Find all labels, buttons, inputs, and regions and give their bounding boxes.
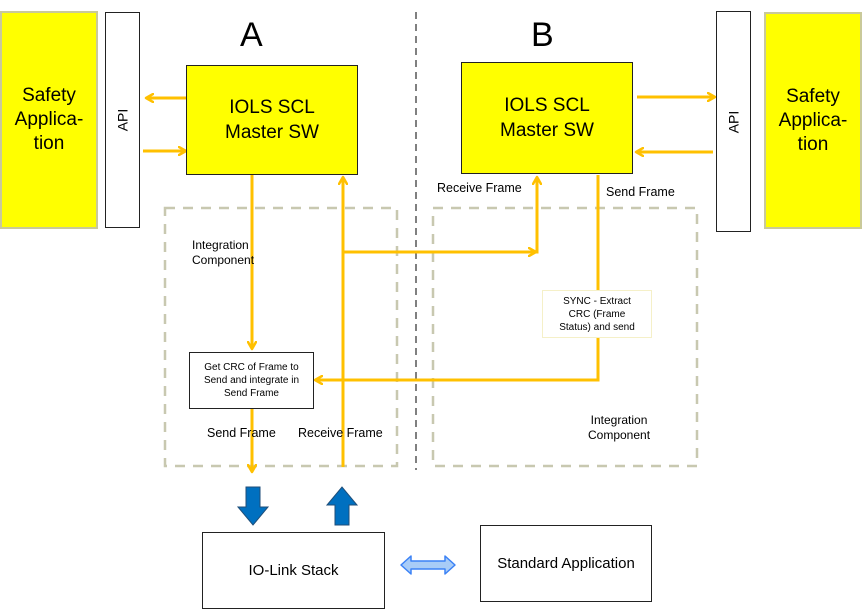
safety-app-b-line-3: tion	[797, 133, 829, 155]
standard-application[interactable]: Standard Application	[480, 525, 652, 602]
master-b-line-1: IOLS SCL	[504, 95, 590, 116]
section-b-label: B	[531, 16, 554, 54]
io-link-stack[interactable]: IO-Link Stack	[202, 532, 385, 609]
section-a-label: A	[240, 16, 263, 54]
master-a-line-2: Master SW	[225, 122, 319, 143]
safety-app-a-line-3: tion	[33, 133, 65, 154]
safety-application-a[interactable]: Safety Applica- tion	[0, 11, 98, 229]
master-a-line-1: IOLS SCL	[229, 97, 315, 118]
master-b-line-2: Master SW	[500, 120, 594, 141]
send-frame-a-label: Send Frame	[207, 426, 276, 440]
io-link-stack-label: IO-Link Stack	[248, 562, 339, 579]
bidirectional-arrow-icon	[400, 555, 456, 575]
up-arrow-from-stack-icon	[325, 486, 359, 526]
arrow-master-b-to-crc	[315, 175, 600, 380]
integration-component-a-label: Integration Component	[192, 238, 255, 267]
api-b-label: API	[725, 110, 742, 133]
receive-frame-b-label: Receive Frame	[437, 181, 522, 195]
safety-app-a-line-1: Safety	[22, 85, 76, 106]
integration-component-b-label: Integration Component	[588, 413, 651, 442]
api-b[interactable]: API	[716, 11, 751, 232]
safety-application-b[interactable]: Safety Applica- tion	[764, 12, 862, 229]
iols-scl-master-b[interactable]: IOLS SCL Master SW	[461, 62, 633, 174]
sync-extract-crc-box[interactable]: SYNC - Extract CRC (Frame Status) and se…	[542, 290, 652, 338]
down-arrow-to-stack-icon	[236, 486, 270, 526]
safety-app-a-line-2: Applica-	[14, 109, 84, 130]
send-frame-b-label: Send Frame	[606, 185, 675, 199]
safety-app-b-line-2: Applica-	[778, 109, 848, 131]
receive-frame-a-label: Receive Frame	[298, 426, 383, 440]
standard-application-label: Standard Application	[497, 555, 635, 572]
api-a[interactable]: API	[105, 12, 140, 228]
get-crc-box[interactable]: Get CRC of Frame to Send and integrate i…	[189, 352, 314, 409]
api-a-label: API	[114, 108, 131, 132]
safety-app-b-line-1: Safety	[786, 85, 840, 107]
iols-scl-master-a[interactable]: IOLS SCL Master SW	[186, 65, 358, 175]
